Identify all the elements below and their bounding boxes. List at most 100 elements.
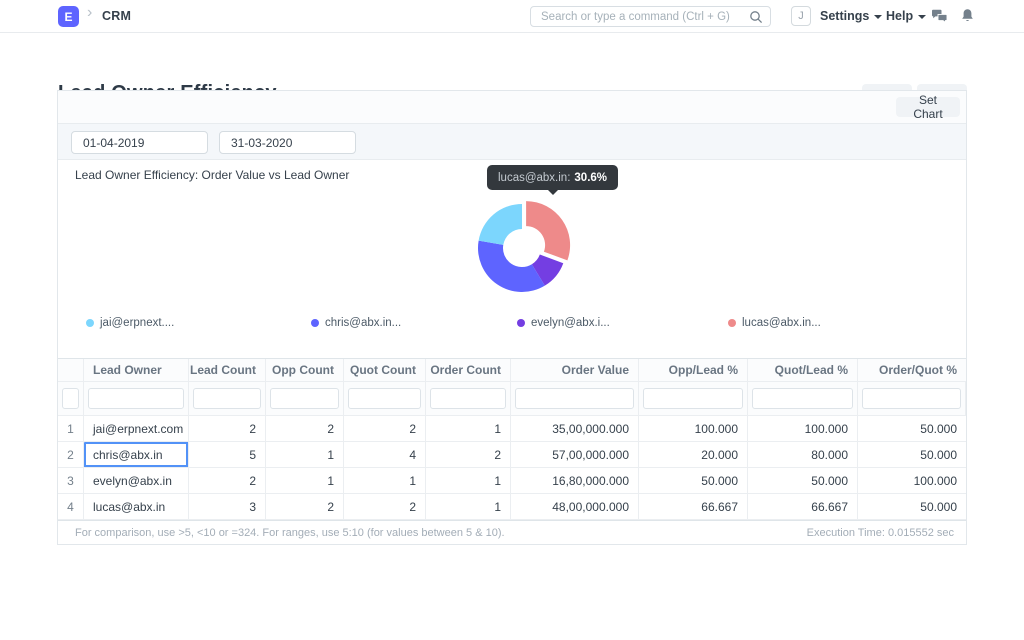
table-cell[interactable]: 48,00,000.000 — [511, 494, 639, 520]
erpnext-logo[interactable]: E — [58, 6, 79, 27]
table-cell[interactable]: 1 — [266, 468, 344, 494]
global-search — [530, 6, 771, 27]
table-cell[interactable]: 2 — [426, 442, 511, 468]
table-cell[interactable]: 50.000 — [748, 468, 858, 494]
column-header[interactable]: Order/Quot % — [858, 359, 966, 382]
donut-slice[interactable] — [479, 204, 522, 245]
table-cell[interactable]: 1 — [426, 494, 511, 520]
column-header[interactable]: Opp Count — [266, 359, 344, 382]
help-menu[interactable]: Help — [886, 9, 926, 23]
column-header[interactable]: Quot Count — [344, 359, 426, 382]
legend-dot — [517, 319, 525, 327]
table-cell[interactable]: 50.000 — [858, 494, 966, 520]
column-filter-input[interactable] — [752, 388, 853, 409]
table-cell[interactable]: 50.000 — [639, 468, 748, 494]
legend-item[interactable]: chris@abx.in... — [311, 317, 401, 329]
notifications-bell-icon[interactable] — [960, 8, 975, 24]
table-cell[interactable]: 35,00,000.000 — [511, 416, 639, 442]
column-filter-input[interactable] — [430, 388, 506, 409]
table-cell[interactable]: 1 — [266, 442, 344, 468]
chat-icon[interactable] — [931, 9, 948, 24]
chevron-down-icon — [874, 15, 882, 19]
table-cell[interactable]: 5 — [189, 442, 266, 468]
table-row: 4 lucas@abx.in 3 2 2 1 48,00,000.000 66.… — [58, 494, 966, 520]
legend-label: chris@abx.in... — [325, 317, 401, 329]
legend-label: evelyn@abx.i... — [531, 317, 610, 329]
top-navbar: E › CRM J Settings Help — [0, 0, 1024, 33]
legend-label: lucas@abx.in... — [742, 317, 821, 329]
report-filters — [58, 124, 966, 160]
table-cell[interactable]: 20.000 — [639, 442, 748, 468]
execution-time: Execution Time: 0.015552 sec — [807, 527, 954, 539]
column-header[interactable]: Opp/Lead % — [639, 359, 748, 382]
report-card: Set Chart Lead Owner Efficiency: Order V… — [57, 90, 967, 545]
table-cell[interactable]: 2 — [344, 416, 426, 442]
column-filter-input[interactable] — [348, 388, 421, 409]
to-date-input[interactable] — [219, 131, 356, 154]
help-label: Help — [886, 9, 913, 23]
chart-title: Lead Owner Efficiency: Order Value vs Le… — [75, 168, 349, 182]
user-avatar[interactable]: J — [791, 6, 811, 26]
table-cell[interactable]: 1 — [426, 468, 511, 494]
table-cell[interactable]: 100.000 — [639, 416, 748, 442]
column-filter-input[interactable] — [270, 388, 339, 409]
table-cell[interactable]: 1 — [344, 468, 426, 494]
legend-item[interactable]: evelyn@abx.i... — [517, 317, 610, 329]
search-input[interactable] — [531, 7, 770, 26]
breadcrumb[interactable]: CRM — [102, 9, 131, 23]
donut-chart — [456, 182, 588, 314]
table-cell[interactable]: evelyn@abx.in — [84, 468, 189, 494]
table-cell[interactable]: 1 — [426, 416, 511, 442]
search-icon — [749, 10, 763, 24]
column-header[interactable]: Order Count — [426, 359, 511, 382]
column-header[interactable]: Lead Count — [189, 359, 266, 382]
table-row: 3 evelyn@abx.in 2 1 1 1 16,80,000.000 50… — [58, 468, 966, 494]
table-cell[interactable]: 57,00,000.000 — [511, 442, 639, 468]
page-head: Lead Owner Efficiency Menu Refresh — [0, 33, 1024, 90]
column-filter-input[interactable] — [643, 388, 743, 409]
table-cell[interactable]: 16,80,000.000 — [511, 468, 639, 494]
column-filter-input[interactable] — [193, 388, 261, 409]
legend-item[interactable]: jai@erpnext.... — [86, 317, 174, 329]
column-filter-input[interactable] — [862, 388, 961, 409]
settings-menu[interactable]: Settings — [820, 9, 882, 23]
table-cell[interactable]: 100.000 — [748, 416, 858, 442]
table-cell[interactable]: 3 — [189, 494, 266, 520]
legend-label: jai@erpnext.... — [100, 317, 174, 329]
table-cell[interactable]: lucas@abx.in — [84, 494, 189, 520]
app-window: E › CRM J Settings Help Lea — [0, 0, 1024, 640]
from-date-input[interactable] — [71, 131, 208, 154]
table-cell[interactable]: jai@erpnext.com — [84, 416, 189, 442]
row-index: 1 — [58, 416, 84, 442]
table-cell[interactable]: 50.000 — [858, 442, 966, 468]
donut-slice[interactable] — [526, 201, 570, 260]
legend-dot — [311, 319, 319, 327]
table-cell[interactable]: 66.667 — [639, 494, 748, 520]
column-filter-input[interactable] — [62, 388, 79, 409]
table-cell[interactable]: 2 — [266, 494, 344, 520]
table-cell[interactable]: 2 — [266, 416, 344, 442]
table-cell[interactable]: 2 — [344, 494, 426, 520]
legend-item[interactable]: lucas@abx.in... — [728, 317, 821, 329]
table-cell[interactable]: 50.000 — [858, 416, 966, 442]
table-cell[interactable]: 66.667 — [748, 494, 858, 520]
filter-hint-text: For comparison, use >5, <10 or =324. For… — [75, 527, 505, 539]
set-chart-label: Set Chart — [906, 93, 950, 121]
table-cell[interactable]: 2 — [189, 468, 266, 494]
column-header[interactable]: Lead Owner — [84, 359, 189, 382]
set-chart-button[interactable]: Set Chart — [896, 97, 960, 117]
tooltip-value: 30.6% — [574, 172, 607, 184]
chart-legend: jai@erpnext.... chris@abx.in... evelyn@a… — [58, 317, 966, 333]
column-header[interactable]: Order Value — [511, 359, 639, 382]
column-header[interactable]: Quot/Lead % — [748, 359, 858, 382]
index-column-header — [58, 359, 84, 382]
column-filter-input[interactable] — [88, 388, 184, 409]
table-cell[interactable]: 80.000 — [748, 442, 858, 468]
table-cell-selected[interactable]: chris@abx.in — [84, 442, 189, 468]
table-cell[interactable]: 4 — [344, 442, 426, 468]
table-cell[interactable]: 100.000 — [858, 468, 966, 494]
row-index: 3 — [58, 468, 84, 494]
chart-section: Lead Owner Efficiency: Order Value vs Le… — [58, 160, 966, 358]
column-filter-input[interactable] — [515, 388, 634, 409]
table-cell[interactable]: 2 — [189, 416, 266, 442]
